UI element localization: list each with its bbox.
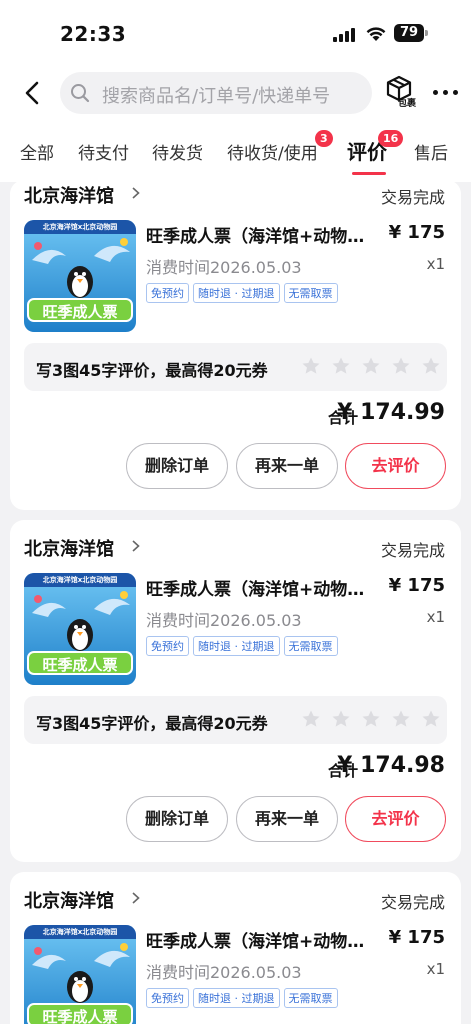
review-prompt[interactable]: 写3图45字评价，最高得20元券 — [24, 343, 447, 391]
nav-bar: 搜索商品名/订单号/快递单号 包裹 — [0, 62, 471, 126]
star-icon[interactable] — [361, 709, 381, 729]
more-menu-button[interactable] — [432, 82, 460, 102]
star-icon[interactable] — [301, 356, 321, 376]
wifi-icon — [366, 27, 386, 41]
star-icon[interactable] — [301, 709, 321, 729]
tag: 无需取票 — [283, 988, 338, 1008]
search-input[interactable]: 搜索商品名/订单号/快递单号 — [60, 72, 372, 114]
write-review-button[interactable]: 去评价 — [345, 796, 446, 842]
order-status: 交易完成 — [380, 188, 445, 207]
star-icon[interactable] — [331, 709, 351, 729]
tab-pending-payment[interactable]: 待支付 — [78, 139, 129, 164]
tag: 随时退 · 过期退 — [193, 283, 280, 303]
rating-stars[interactable] — [301, 356, 441, 376]
chevron-right-icon — [132, 187, 140, 199]
order-status: 交易完成 — [380, 541, 445, 560]
thumbnail-header: 北京海洋馆x北京动物园 — [42, 223, 118, 231]
tag: 免预约 — [146, 988, 189, 1008]
product-price: ¥ 175 — [388, 222, 445, 243]
clock: 22:33 — [60, 22, 127, 46]
order-status: 交易完成 — [380, 893, 445, 912]
star-icon[interactable] — [421, 356, 441, 376]
product-price: ¥ 175 — [388, 575, 445, 596]
tab-badge-reviews: 16 — [378, 130, 404, 147]
order-total: ¥ 174.99 — [337, 400, 445, 425]
battery-level: 79 — [394, 24, 424, 42]
product-tags: 免预约 随时退 · 过期退 无需取票 — [146, 283, 338, 303]
rebuy-button[interactable]: 再来一单 — [236, 443, 338, 489]
quantity: x1 — [426, 255, 445, 273]
order-card[interactable]: 北京海洋馆 交易完成 北京海洋馆x北京动物园 旺季成人票 旺季成人票（海洋馆+动… — [10, 872, 461, 1024]
rebuy-button[interactable]: 再来一单 — [236, 796, 338, 842]
star-icon[interactable] — [391, 709, 411, 729]
product-title[interactable]: 旺季成人票（海洋馆+动物园） — [146, 927, 368, 952]
tag: 随时退 · 过期退 — [193, 988, 280, 1008]
write-review-button[interactable]: 去评价 — [345, 443, 446, 489]
quantity: x1 — [426, 960, 445, 978]
tag: 随时退 · 过期退 — [193, 636, 280, 656]
product-tags: 免预约 随时退 · 过期退 无需取票 — [146, 636, 338, 656]
delete-order-button[interactable]: 删除订单 — [126, 796, 228, 842]
review-prompt-text: 写3图45字评价，最高得20元券 — [36, 361, 268, 380]
thumbnail-banner: 旺季成人票 — [42, 1008, 118, 1024]
search-placeholder: 搜索商品名/订单号/快递单号 — [102, 86, 331, 107]
package-label: 包裹 — [398, 99, 417, 109]
order-card[interactable]: 北京海洋馆 交易完成 北京海洋馆x北京动物园 旺季成人票 旺季成人票（海洋馆+动… — [10, 520, 461, 862]
tag: 免预约 — [146, 283, 189, 303]
star-icon[interactable] — [421, 709, 441, 729]
review-prompt[interactable]: 写3图45字评价，最高得20元券 — [24, 696, 447, 744]
thumbnail-banner: 旺季成人票 — [42, 656, 118, 674]
product-tags: 免预约 随时退 · 过期退 无需取票 — [146, 988, 338, 1008]
package-button[interactable]: 包裹 — [382, 74, 424, 116]
active-tab-indicator — [352, 172, 386, 175]
back-arrow-icon[interactable] — [18, 78, 48, 108]
consume-time: 消费时间2026.05.03 — [146, 611, 302, 630]
order-tabs: 全部 待支付 待发货 待收货/使用 3 评价 16 售后 — [0, 126, 471, 182]
tab-pending-shipment[interactable]: 待发货 — [152, 139, 203, 164]
quantity: x1 — [426, 608, 445, 626]
tag: 无需取票 — [283, 283, 338, 303]
product-thumbnail[interactable]: 北京海洋馆x北京动物园 旺季成人票 — [24, 925, 136, 1024]
store-name[interactable]: 北京海洋馆 — [24, 887, 114, 913]
battery-cap — [425, 30, 428, 36]
store-name[interactable]: 北京海洋馆 — [24, 535, 114, 561]
review-prompt-text: 写3图45字评价，最高得20元券 — [36, 714, 268, 733]
tab-badge-pending-receipt: 3 — [315, 130, 333, 147]
tag: 无需取票 — [283, 636, 338, 656]
tab-all[interactable]: 全部 — [20, 139, 54, 164]
rating-stars[interactable] — [301, 709, 441, 729]
tag: 免预约 — [146, 636, 189, 656]
star-icon[interactable] — [391, 356, 411, 376]
delete-order-button[interactable]: 删除订单 — [126, 443, 228, 489]
thumbnail-header: 北京海洋馆x北京动物园 — [42, 576, 118, 584]
thumbnail-banner: 旺季成人票 — [42, 303, 118, 321]
product-title[interactable]: 旺季成人票（海洋馆+动物园） — [146, 222, 368, 247]
thumbnail-header: 北京海洋馆x北京动物园 — [42, 928, 118, 936]
product-title[interactable]: 旺季成人票（海洋馆+动物园） — [146, 575, 368, 600]
chevron-right-icon — [132, 892, 140, 904]
chevron-right-icon — [132, 540, 140, 552]
store-name[interactable]: 北京海洋馆 — [24, 182, 114, 208]
tab-after-sales[interactable]: 售后 — [414, 139, 448, 164]
status-bar: 22:33 79 — [0, 0, 471, 62]
cellular-signal-icon — [333, 28, 355, 42]
product-price: ¥ 175 — [388, 927, 445, 948]
order-card[interactable]: 北京海洋馆 交易完成 北京海洋馆x北京动物园 旺季成人票 旺季成人票（海洋馆+动… — [10, 180, 461, 510]
search-icon — [71, 84, 90, 103]
order-total: ¥ 174.98 — [337, 753, 445, 778]
tab-pending-receipt[interactable]: 待收货/使用 — [227, 139, 318, 164]
consume-time: 消费时间2026.05.03 — [146, 963, 302, 982]
product-thumbnail[interactable]: 北京海洋馆x北京动物园 旺季成人票 — [24, 573, 136, 685]
star-icon[interactable] — [361, 356, 381, 376]
star-icon[interactable] — [331, 356, 351, 376]
product-thumbnail[interactable]: 北京海洋馆x北京动物园 旺季成人票 — [24, 220, 136, 332]
consume-time: 消费时间2026.05.03 — [146, 258, 302, 277]
